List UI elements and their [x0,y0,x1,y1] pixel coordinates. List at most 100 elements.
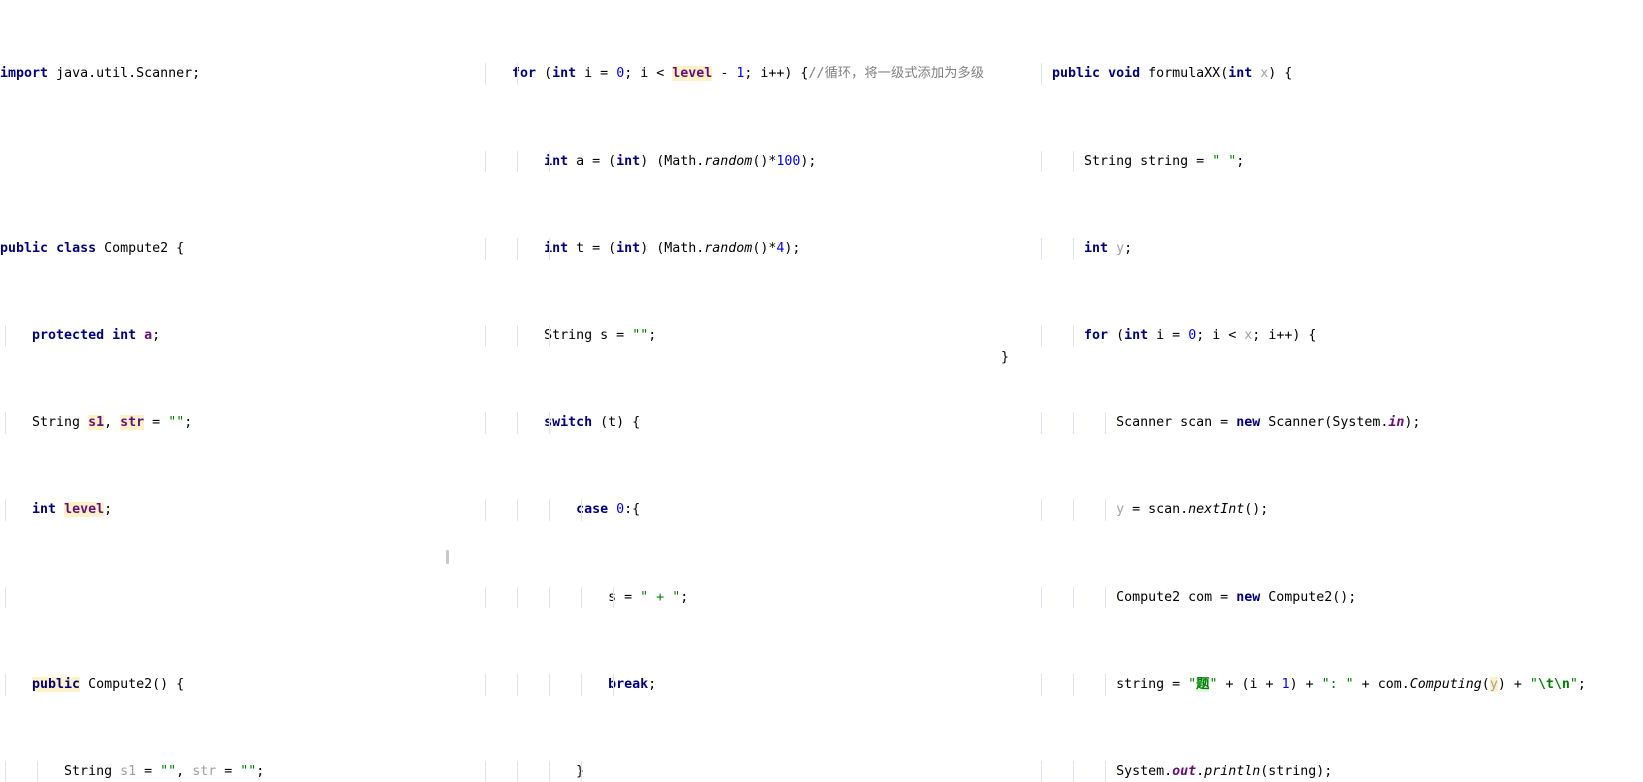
token-static-field-out: out [1172,763,1197,779]
token-type: System [1116,763,1165,779]
token-comment: //循环，将一级式添加为多级 [808,66,985,82]
token-keyword: int [112,327,137,343]
code-line: String s = ""; [448,324,984,347]
token-type: Math [664,240,697,256]
token-method: random [704,240,753,256]
code-line: s = " + "; [448,586,984,609]
code-line: break; [448,673,984,696]
token-field: a [144,327,153,343]
token-string-value: + [648,589,673,605]
token-type: System [1332,415,1381,431]
token-keyword: int [32,502,57,518]
token-type: String [64,763,113,779]
token-string-escape: \t\n [1537,676,1570,692]
code-block-right[interactable]: public void formulaXX(int x) { String st… [1020,0,1586,782]
token-string: "" [168,415,185,431]
code-line: Scanner scan = new Scanner(System.in); [1020,412,1586,434]
editor-pane-middle[interactable]: for (int i = 0; i < level - 1; i++) {//循… [448,0,1020,782]
code-line: case 0:{ [448,499,984,522]
token-constructor: Compute2 [88,676,153,692]
code-line-orphan-brace: } [1001,350,1010,365]
token-keyword: int [1084,240,1109,256]
token-string-value: : [1329,676,1346,692]
token-type: Math [664,153,697,169]
token-string: "" [632,327,649,343]
token-static-field-in: in [1388,415,1405,431]
code-line: String string = " "; [1020,150,1586,173]
token-keyword: class [56,240,97,256]
code-line: String s1, str = ""; [0,412,427,434]
code-line: public void formulaXX(int x) { [1020,63,1586,86]
editor-pane-left[interactable]: import java.util.Scanner; public class C… [0,0,448,782]
token-type: Compute2 [104,240,169,256]
token-keyword-public: public [32,676,81,692]
code-line: int level; [0,499,427,522]
token-keyword: int [616,153,641,169]
code-line: string = "题" + (i + 1) + ": " + com.Comp… [1020,673,1586,696]
code-line: int y; [1020,237,1586,260]
token-keyword: switch [544,415,593,431]
token-method: random [704,153,753,169]
token-type: String [32,415,81,431]
token-string: "" [160,763,177,779]
token-method-decl: formulaXX [1148,66,1221,82]
token-number: 1 [1281,676,1290,692]
token-number: 100 [776,153,801,169]
token-number: 4 [776,240,785,256]
code-line: } [448,760,984,782]
code-line: int a = (int) (Math.random()*100); [448,150,984,173]
token-keyword: int [1124,327,1149,343]
token-keyword: public [0,240,49,256]
token-field-level: level [672,66,713,82]
token-field-level: level [64,502,105,518]
token-type: Compute2 [1116,589,1181,605]
token-method: Computing [1409,676,1482,692]
code-line: public class Compute2 { [0,240,185,256]
token-local-str: str [192,763,217,779]
code-block-left[interactable]: import java.util.Scanner; public class C… [0,0,427,782]
token-number: 0 [1188,327,1197,343]
token-local-y: y [1489,676,1498,692]
code-line: int t = (int) (Math.random()*4); [448,237,984,260]
token-type: Scanner [1116,415,1173,431]
code-line: String s1 = "", str = ""; [0,760,427,782]
token-keyword: break [608,676,649,692]
editor-pane-right[interactable]: public void formulaXX(int x) { String st… [1020,0,1643,782]
pane-splitter-grip[interactable] [446,550,449,564]
code-line: for (int i = 0; i < level - 1; i++) {//循… [448,63,985,86]
code-line: System.out.println(string); [1020,760,1586,782]
token-keyword: new [1236,415,1261,431]
token-number: 0 [616,66,625,82]
token-keyword: void [1108,66,1141,82]
token-type: String [544,327,593,343]
token-keyword: int [552,66,577,82]
token-type: String [1084,153,1133,169]
token-keyword: int [616,240,641,256]
token-method: println [1204,763,1261,779]
token-string: "" [240,763,257,779]
token-keyword: public [1052,66,1101,82]
token-keyword: int [544,153,569,169]
token-type: Compute2 [1268,589,1333,605]
token-keyword: import [0,66,49,82]
token-keyword: new [1236,589,1261,605]
token-number: 1 [736,66,745,82]
pane-splitter-left[interactable] [447,0,448,782]
code-block-middle[interactable]: for (int i = 0; i < level - 1; i++) {//循… [448,0,984,782]
code-line: protected int a; [0,324,427,347]
token-type: Scanner [1268,415,1325,431]
code-line: import java.util.Scanner; [0,66,201,82]
token-number: 0 [616,502,625,518]
code-line: switch (t) { [448,412,984,434]
code-line: for (int i = 0; i < x; i++) { [1020,324,1586,347]
token-keyword: protected [32,327,105,343]
token-string-cjk: 题 [1196,676,1210,692]
code-editor-view: import java.util.Scanner; public class C… [0,0,1643,782]
code-line: public Compute2() { [0,673,427,696]
token-method: nextInt [1188,502,1245,518]
code-line-blank [0,586,427,609]
code-line: y = scan.nextInt(); [1020,499,1586,522]
token-keyword: for [1084,327,1109,343]
token-local-s1: s1 [120,763,137,779]
